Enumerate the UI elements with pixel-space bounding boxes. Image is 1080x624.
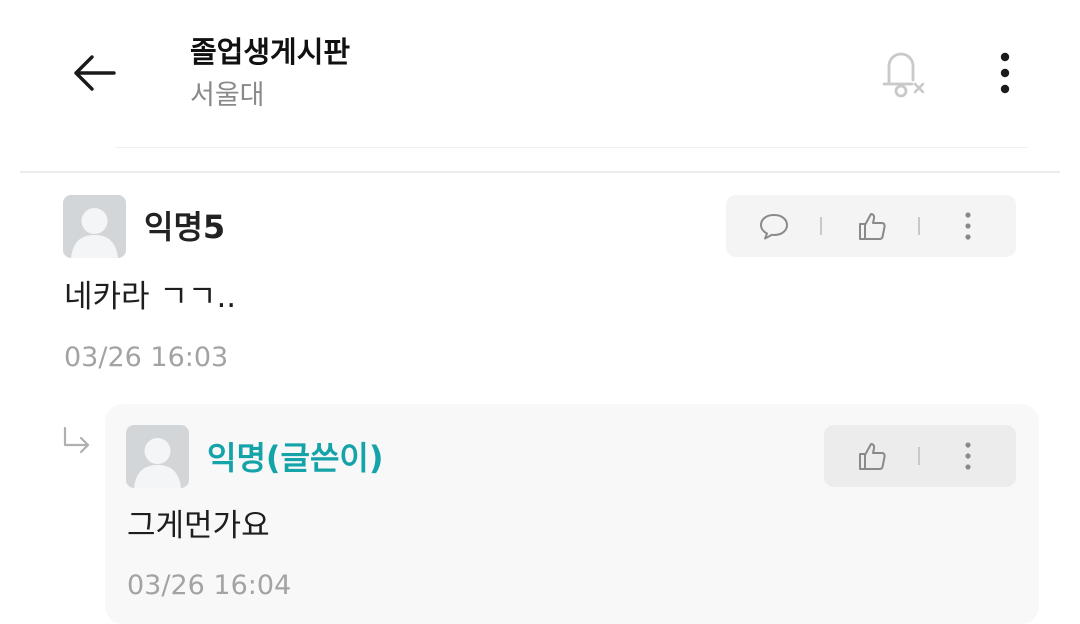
reply-timestamp: 03/26 16:04	[127, 570, 292, 601]
thumbs-up-icon	[858, 443, 886, 470]
more-options-button[interactable]	[990, 50, 1020, 96]
avatar	[63, 195, 126, 258]
action-separator	[918, 447, 920, 465]
bell-off-icon	[882, 52, 925, 98]
thumbs-up-icon	[858, 213, 886, 240]
back-arrow-icon	[74, 55, 116, 91]
board-subtitle: 서울대	[190, 80, 265, 111]
reply-text: 그게먼가요	[127, 508, 270, 544]
reply-icon	[759, 214, 788, 240]
default-avatar-icon	[134, 438, 181, 488]
comment-actions	[726, 195, 1016, 257]
reply-button[interactable]	[746, 195, 801, 257]
section-divider	[20, 171, 1060, 173]
reply-arrow-icon	[63, 426, 90, 454]
more-vertical-icon	[1000, 52, 1010, 94]
board-title: 졸업생게시판	[190, 35, 351, 69]
avatar	[126, 425, 189, 488]
default-avatar-icon	[71, 208, 118, 258]
reply-indicator	[60, 425, 94, 457]
comment-timestamp: 03/26 16:03	[64, 342, 229, 373]
comment-more-button[interactable]	[948, 195, 988, 257]
like-button[interactable]	[844, 425, 899, 487]
action-separator	[918, 217, 920, 235]
notification-toggle[interactable]	[872, 42, 934, 104]
like-button[interactable]	[844, 195, 899, 257]
reply-more-button[interactable]	[948, 425, 988, 487]
more-icon	[965, 212, 971, 240]
back-button[interactable]	[70, 48, 120, 98]
action-separator	[820, 217, 822, 235]
reply-actions	[824, 425, 1016, 487]
more-icon	[965, 442, 971, 470]
reply-author: 익명(글쓴이)	[207, 439, 384, 477]
comment-text: 네카라 ㄱㄱ..	[64, 279, 237, 315]
comment-author: 익명5	[144, 208, 226, 246]
header-divider	[115, 147, 1027, 148]
